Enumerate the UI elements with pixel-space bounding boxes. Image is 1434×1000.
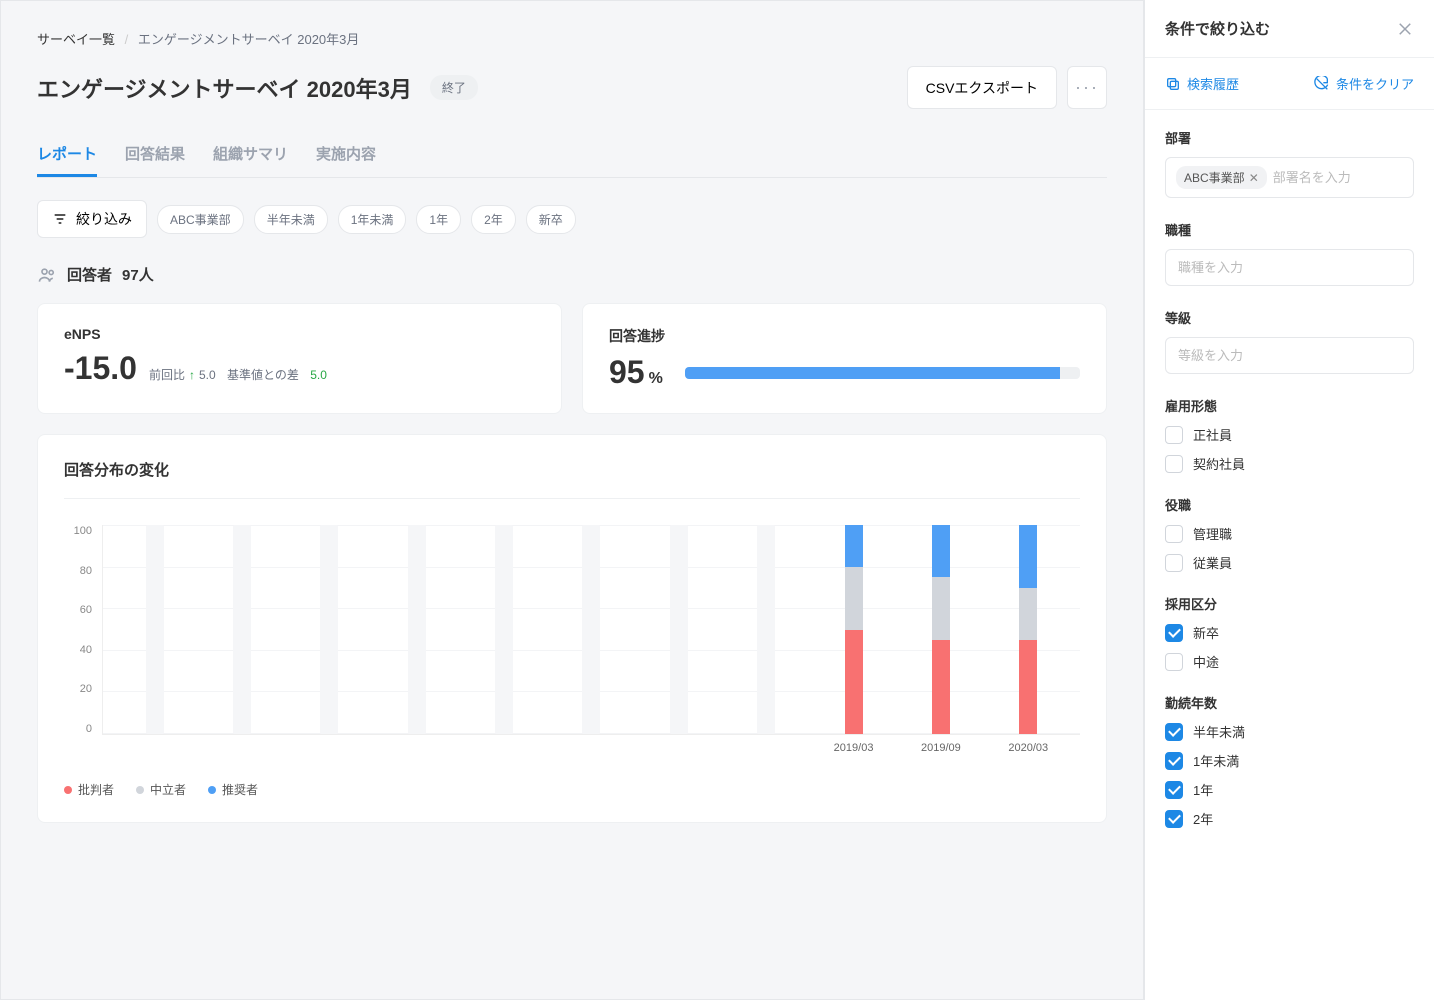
- status-badge: 終了: [430, 75, 478, 100]
- bar-column: 2019/03: [845, 525, 863, 734]
- checkbox[interactable]: [1165, 723, 1183, 741]
- breadcrumb-current: エンゲージメントサーベイ 2020年3月: [138, 32, 360, 47]
- bar-column: [670, 525, 688, 734]
- grade-label: 等級: [1165, 308, 1414, 327]
- legend-detractor: 批判者: [64, 781, 114, 798]
- dept-text-input[interactable]: [1273, 170, 1403, 185]
- filter-chip[interactable]: 2年: [471, 205, 516, 234]
- check-item[interactable]: 2年: [1165, 809, 1414, 828]
- bar-column: 2019/09: [932, 525, 950, 734]
- progress-bar: [685, 367, 1080, 379]
- check-item[interactable]: 従業員: [1165, 553, 1414, 572]
- filter-chip[interactable]: 1年未満: [338, 205, 407, 234]
- checkbox[interactable]: [1165, 426, 1183, 444]
- checkbox[interactable]: [1165, 810, 1183, 828]
- check-item[interactable]: 新卒: [1165, 623, 1414, 642]
- clear-filters-button[interactable]: 条件をクリア: [1314, 74, 1414, 93]
- filter-icon: [52, 211, 68, 227]
- check-item[interactable]: 管理職: [1165, 524, 1414, 543]
- search-history-button[interactable]: 検索履歴: [1165, 74, 1239, 93]
- check-item[interactable]: 1年: [1165, 780, 1414, 799]
- bar-column: 2020/03: [1019, 525, 1037, 734]
- checkbox[interactable]: [1165, 554, 1183, 572]
- tab-details[interactable]: 実施内容: [316, 133, 376, 177]
- filter-chip[interactable]: 新卒: [526, 205, 576, 234]
- progress-fill: [685, 367, 1060, 379]
- filter-chip[interactable]: ABC事業部: [157, 205, 244, 234]
- respondents-count: 97人: [122, 264, 154, 285]
- main-content: サーベイ一覧 / エンゲージメントサーベイ 2020年3月 エンゲージメントサー…: [0, 0, 1144, 1000]
- chart-plot: 2019/03 2019/09 2020/03: [102, 525, 1080, 735]
- arrow-up-icon: ↑: [189, 368, 195, 382]
- csv-export-button[interactable]: CSVエクスポート: [907, 66, 1057, 109]
- check-item[interactable]: 1年未満: [1165, 751, 1414, 770]
- clear-icon: [1314, 76, 1330, 92]
- chart-legend: 批判者 中立者 推奨者: [64, 781, 1080, 798]
- tab-org-summary[interactable]: 組織サマリ: [213, 133, 288, 177]
- chart-title: 回答分布の変化: [64, 459, 1080, 499]
- history-icon: [1165, 76, 1181, 92]
- dept-tag: ABC事業部 ✕: [1176, 166, 1267, 189]
- enps-title: eNPS: [64, 326, 535, 342]
- filter-panel: 条件で絞り込む 検索履歴 条件をクリア 部署 ABC事業部 ✕ 職種: [1144, 0, 1434, 1000]
- remove-tag-icon[interactable]: ✕: [1249, 171, 1259, 185]
- dept-label: 部署: [1165, 128, 1414, 147]
- enps-value: -15.0: [64, 350, 137, 387]
- grade-input[interactable]: [1165, 337, 1414, 374]
- close-icon[interactable]: [1396, 20, 1414, 38]
- job-label: 職種: [1165, 220, 1414, 239]
- more-actions-button[interactable]: ···: [1067, 66, 1107, 109]
- checkbox[interactable]: [1165, 781, 1183, 799]
- bar-column: [408, 525, 426, 734]
- progress-card: 回答進捗 95%: [582, 303, 1107, 414]
- legend-promoter: 推奨者: [208, 781, 258, 798]
- checkbox[interactable]: [1165, 525, 1183, 543]
- check-item[interactable]: 正社員: [1165, 425, 1414, 444]
- dept-input[interactable]: ABC事業部 ✕: [1165, 157, 1414, 198]
- people-icon: [37, 265, 57, 285]
- legend-passive: 中立者: [136, 781, 186, 798]
- progress-title: 回答進捗: [609, 326, 1080, 346]
- check-item[interactable]: 半年未満: [1165, 722, 1414, 741]
- bar-column: [582, 525, 600, 734]
- filter-chip[interactable]: 半年未満: [254, 205, 328, 234]
- checkbox[interactable]: [1165, 653, 1183, 671]
- checkbox[interactable]: [1165, 624, 1183, 642]
- respondents: 回答者 97人: [37, 264, 1107, 285]
- bar-column: [495, 525, 513, 734]
- page-title: エンゲージメントサーベイ 2020年3月: [37, 72, 412, 104]
- y-axis: 100806040200: [64, 525, 92, 735]
- tabs: レポート 回答結果 組織サマリ 実施内容: [37, 133, 1107, 178]
- respondents-label: 回答者: [67, 264, 112, 285]
- tab-report[interactable]: レポート: [37, 133, 97, 177]
- filter-chip[interactable]: 1年: [416, 205, 461, 234]
- checkbox[interactable]: [1165, 752, 1183, 770]
- check-item[interactable]: 契約社員: [1165, 454, 1414, 473]
- bar-column: [320, 525, 338, 734]
- filter-button[interactable]: 絞り込み: [37, 200, 147, 238]
- breadcrumb: サーベイ一覧 / エンゲージメントサーベイ 2020年3月: [37, 29, 1107, 48]
- progress-value: 95: [609, 354, 645, 390]
- bar-column: [233, 525, 251, 734]
- filter-row: 絞り込み ABC事業部 半年未満 1年未満 1年 2年 新卒: [37, 200, 1107, 238]
- breadcrumb-root[interactable]: サーベイ一覧: [37, 32, 115, 47]
- job-input[interactable]: [1165, 249, 1414, 286]
- bar-column: [757, 525, 775, 734]
- checkbox[interactable]: [1165, 455, 1183, 473]
- distribution-chart-card: 回答分布の変化 100806040200 2019/03 2019/09 2020/…: [37, 434, 1107, 823]
- filter-panel-title: 条件で絞り込む: [1165, 18, 1270, 39]
- enps-card: eNPS -15.0 前回比 ↑ 5.0 基準値との差 5.0: [37, 303, 562, 414]
- check-item[interactable]: 中途: [1165, 652, 1414, 671]
- tab-answers[interactable]: 回答結果: [125, 133, 185, 177]
- bar-column: [146, 525, 164, 734]
